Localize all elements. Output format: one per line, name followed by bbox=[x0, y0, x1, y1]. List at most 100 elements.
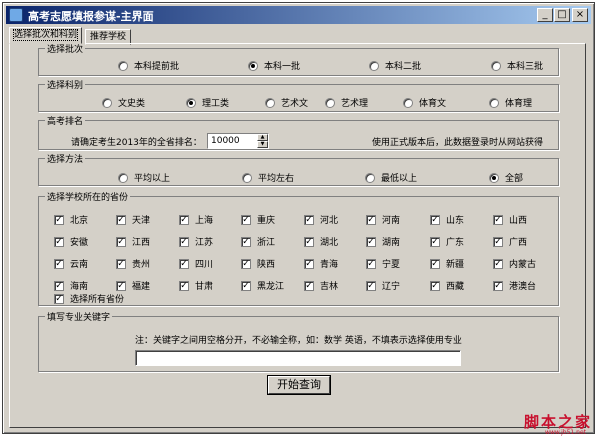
check-icon: ✓ bbox=[493, 258, 503, 269]
radio-batch-first[interactable]: 本科一批 bbox=[248, 59, 300, 72]
province-label: 贵州 bbox=[132, 260, 151, 270]
radio-method-above-avg[interactable]: 平均以上 bbox=[118, 171, 170, 184]
close-button[interactable]: × bbox=[572, 8, 588, 22]
checkbox-province[interactable]: ✓ 江西 bbox=[116, 235, 150, 248]
radio-indicator bbox=[118, 60, 128, 71]
checkbox-province[interactable]: ✓ 上海 bbox=[179, 213, 213, 226]
keyword-note: 注：关键字之间用空格分开，不必输全称，如：数学 英语，不填表示选择使用专业 bbox=[135, 336, 462, 346]
keyword-input[interactable] bbox=[135, 350, 461, 366]
radio-subject-art-science[interactable]: 艺术理 bbox=[325, 96, 368, 109]
checkbox-province[interactable]: ✓ 陕西 bbox=[241, 257, 275, 270]
province-label: 上海 bbox=[195, 216, 214, 226]
checkbox-province[interactable]: ✓ 青海 bbox=[304, 257, 338, 270]
province-label: 海南 bbox=[70, 282, 89, 292]
checkbox-select-all[interactable]: ✓ 选择所有省份 bbox=[54, 292, 124, 305]
checkbox-province[interactable]: ✓ 安徽 bbox=[54, 235, 88, 248]
radio-indicator bbox=[102, 97, 112, 108]
checkbox-province[interactable]: ✓ 浙江 bbox=[241, 235, 275, 248]
province-label: 广西 bbox=[509, 238, 528, 248]
province-label: 港澳台 bbox=[509, 282, 537, 292]
check-icon: ✓ bbox=[430, 214, 440, 225]
province-label: 山东 bbox=[446, 216, 465, 226]
checkbox-province[interactable]: ✓ 福建 bbox=[116, 279, 150, 292]
radio-batch-third[interactable]: 本科三批 bbox=[491, 59, 543, 72]
checkbox-province[interactable]: ✓ 四川 bbox=[179, 257, 213, 270]
checkbox-province[interactable]: ✓ 北京 bbox=[54, 213, 88, 226]
check-icon: ✓ bbox=[179, 258, 189, 269]
subject-legend: 选择科别 bbox=[45, 78, 86, 91]
radio-batch-second[interactable]: 本科二批 bbox=[369, 59, 421, 72]
province-label: 云南 bbox=[70, 260, 89, 270]
province-label: 江苏 bbox=[195, 238, 214, 248]
radio-subject-liberal[interactable]: 文史类 bbox=[102, 96, 145, 109]
checkbox-province[interactable]: ✓ 港澳台 bbox=[493, 279, 536, 292]
check-icon: ✓ bbox=[304, 236, 314, 247]
checkbox-province[interactable]: ✓ 内蒙古 bbox=[493, 257, 536, 270]
radio-subject-sport-liberal[interactable]: 体育文 bbox=[403, 96, 446, 109]
province-label: 江西 bbox=[132, 238, 151, 248]
radio-method-all[interactable]: 全部 bbox=[489, 171, 523, 184]
rank-legend: 高考排名 bbox=[45, 114, 86, 127]
checkbox-province[interactable]: ✓ 山西 bbox=[493, 213, 527, 226]
check-icon: ✓ bbox=[366, 236, 376, 247]
radio-batch-early[interactable]: 本科提前批 bbox=[118, 59, 179, 72]
province-label: 内蒙古 bbox=[509, 260, 537, 270]
checkbox-province[interactable]: ✓ 河北 bbox=[304, 213, 338, 226]
province-label: 湖北 bbox=[320, 238, 339, 248]
checkbox-province[interactable]: ✓ 天津 bbox=[116, 213, 150, 226]
start-query-button[interactable]: 开始查询 bbox=[268, 376, 330, 394]
checkbox-province[interactable]: ✓ 湖北 bbox=[304, 235, 338, 248]
radio-subject-sport-science[interactable]: 体育理 bbox=[489, 96, 532, 109]
check-icon: ✓ bbox=[116, 280, 126, 291]
province-label: 甘肃 bbox=[195, 282, 214, 292]
check-icon: ✓ bbox=[366, 214, 376, 225]
checkbox-province[interactable]: ✓ 云南 bbox=[54, 257, 88, 270]
radio-method-around-avg[interactable]: 平均左右 bbox=[242, 171, 294, 184]
radio-method-above-min[interactable]: 最低以上 bbox=[365, 171, 417, 184]
checkbox-province[interactable]: ✓ 海南 bbox=[54, 279, 88, 292]
title-bar: 高考志愿填报参谋-主界面 _ □ × bbox=[6, 6, 591, 24]
checkbox-province[interactable]: ✓ 广西 bbox=[493, 235, 527, 248]
checkbox-province[interactable]: ✓ 西藏 bbox=[430, 279, 464, 292]
checkbox-province[interactable]: ✓ 江苏 bbox=[179, 235, 213, 248]
radio-indicator bbox=[186, 97, 196, 108]
checkbox-province[interactable]: ✓ 黑龙江 bbox=[241, 279, 284, 292]
checkbox-province[interactable]: ✓ 辽宁 bbox=[366, 279, 400, 292]
radio-indicator bbox=[248, 60, 258, 71]
checkbox-province[interactable]: ✓ 山东 bbox=[430, 213, 464, 226]
minimize-button[interactable]: _ bbox=[537, 8, 553, 22]
check-icon: ✓ bbox=[179, 214, 189, 225]
check-icon: ✓ bbox=[179, 236, 189, 247]
check-icon: ✓ bbox=[493, 236, 503, 247]
radio-subject-science[interactable]: 理工类 bbox=[186, 96, 229, 109]
check-icon: ✓ bbox=[304, 214, 314, 225]
tab-batch-subject[interactable]: 选择批次和科别 bbox=[9, 27, 83, 44]
province-label: 福建 bbox=[132, 282, 151, 292]
province-label: 广东 bbox=[446, 238, 465, 248]
check-icon: ✓ bbox=[241, 280, 251, 291]
checkbox-province[interactable]: ✓ 重庆 bbox=[241, 213, 275, 226]
spin-up-icon[interactable]: ▲ bbox=[257, 134, 268, 141]
check-icon: ✓ bbox=[430, 236, 440, 247]
method-group: 选择方法 bbox=[38, 152, 559, 186]
check-icon: ✓ bbox=[179, 280, 189, 291]
checkbox-province[interactable]: ✓ 河南 bbox=[366, 213, 400, 226]
radio-indicator bbox=[491, 60, 501, 71]
checkbox-province[interactable]: ✓ 广东 bbox=[430, 235, 464, 248]
rank-spinbox[interactable]: 10000 ▲ ▼ bbox=[207, 133, 269, 149]
rank-value[interactable]: 10000 bbox=[211, 136, 240, 146]
spin-down-icon[interactable]: ▼ bbox=[257, 141, 268, 148]
checkbox-province[interactable]: ✓ 吉林 bbox=[304, 279, 338, 292]
app-icon bbox=[9, 8, 23, 22]
radio-indicator bbox=[365, 172, 375, 183]
watermark-url: www.jb51.net bbox=[545, 429, 586, 436]
checkbox-province[interactable]: ✓ 贵州 bbox=[116, 257, 150, 270]
checkbox-province[interactable]: ✓ 新疆 bbox=[430, 257, 464, 270]
checkbox-province[interactable]: ✓ 湖南 bbox=[366, 235, 400, 248]
checkbox-province[interactable]: ✓ 宁夏 bbox=[366, 257, 400, 270]
checkbox-province[interactable]: ✓ 甘肃 bbox=[179, 279, 213, 292]
radio-indicator bbox=[325, 97, 335, 108]
rank-note: 使用正式版本后，此数据登录时从网站获得 bbox=[372, 138, 544, 148]
maximize-button[interactable]: □ bbox=[554, 8, 570, 22]
radio-subject-art-liberal[interactable]: 艺术文 bbox=[265, 96, 308, 109]
